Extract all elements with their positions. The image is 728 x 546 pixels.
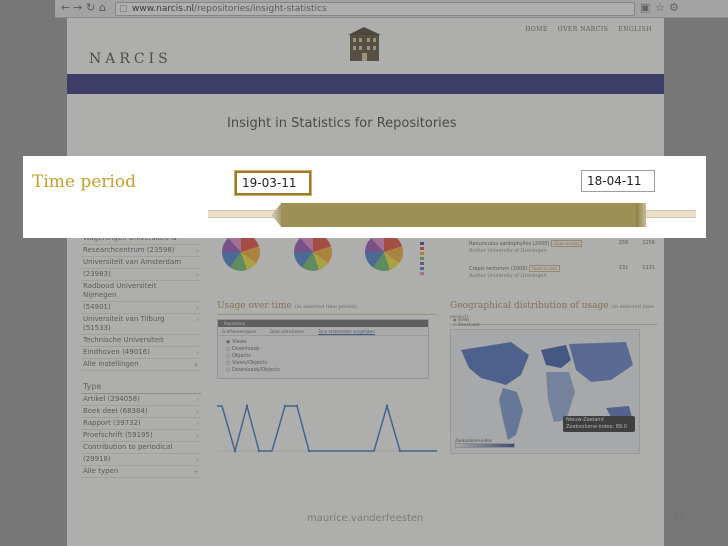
slide-number: 15 bbox=[673, 514, 685, 524]
start-date-input[interactable]: 19-03-11 bbox=[235, 171, 311, 195]
time-period-label: Time period bbox=[32, 172, 136, 192]
slider-selected-range[interactable] bbox=[281, 203, 638, 227]
end-date-input[interactable]: 18-04-11 bbox=[581, 170, 655, 192]
slider-start-handle[interactable] bbox=[271, 203, 282, 227]
dim-overlay bbox=[0, 0, 728, 546]
time-period-panel: Time period 19-03-11 18-04-11 bbox=[23, 156, 706, 238]
time-range-slider[interactable] bbox=[208, 199, 696, 229]
author-watermark: maurice.vanderfeesten bbox=[307, 513, 424, 524]
slider-end-handle[interactable] bbox=[635, 203, 646, 227]
